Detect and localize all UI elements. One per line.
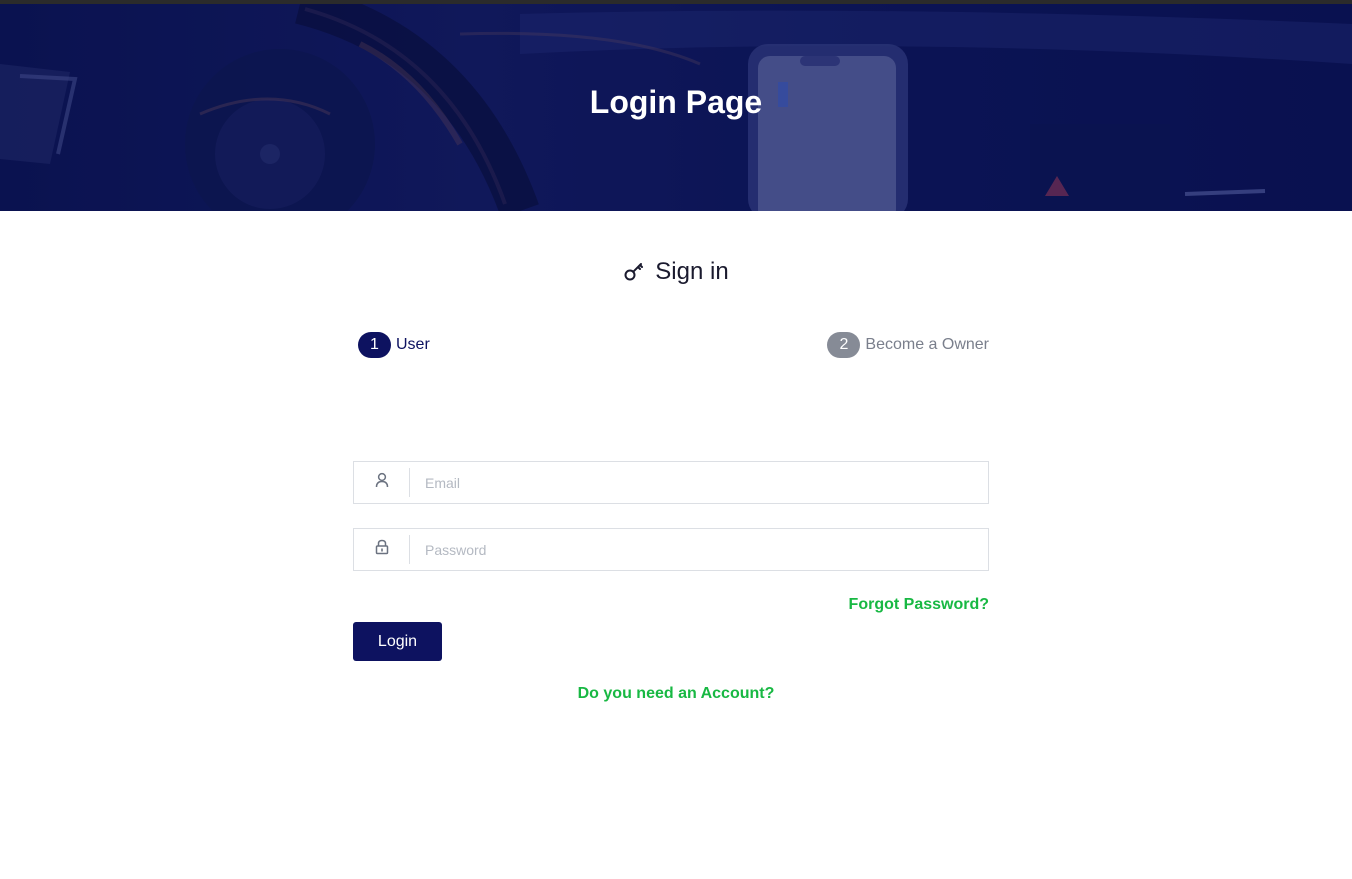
step-label: User: [396, 336, 430, 353]
login-button[interactable]: Login: [353, 622, 442, 661]
step-become-owner[interactable]: 2 Become a Owner: [827, 332, 989, 358]
step-number-badge: 1: [358, 332, 391, 358]
page-title: Login Page: [589, 84, 763, 120]
need-account-link[interactable]: Do you need an Account?: [0, 685, 1352, 703]
password-input[interactable]: [410, 531, 988, 568]
signin-heading-row: Sign in: [0, 258, 1352, 286]
email-field-group: [353, 461, 989, 504]
lock-icon: [375, 539, 389, 560]
step-number-badge: 2: [827, 332, 861, 358]
forgot-password-link[interactable]: Forgot Password?: [849, 596, 989, 614]
password-prefix: [354, 535, 410, 564]
email-prefix: [354, 468, 410, 497]
password-field-group: [353, 528, 989, 571]
user-icon: [375, 472, 389, 493]
signin-heading: Sign in: [655, 258, 729, 285]
step-label: Become a Owner: [865, 336, 989, 353]
key-icon: [623, 261, 645, 283]
email-input[interactable]: [410, 464, 988, 501]
hero-banner: Login Page: [0, 4, 1352, 211]
step-user[interactable]: 1 User: [358, 332, 430, 358]
account-type-steps: 1 User 2 Become a Owner: [358, 332, 989, 360]
